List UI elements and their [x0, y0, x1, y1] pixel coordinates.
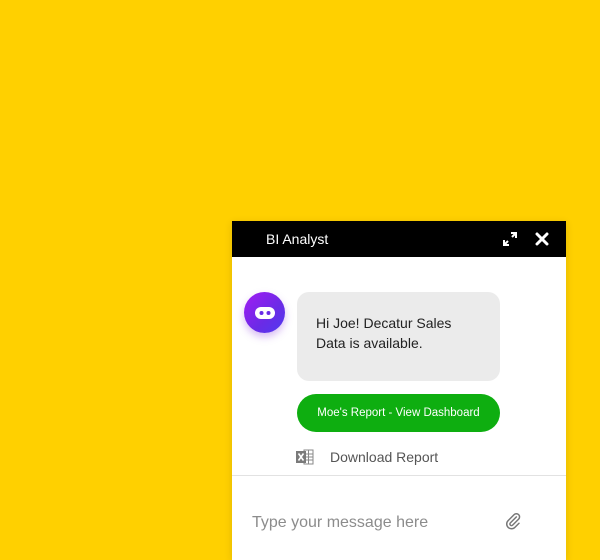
paperclip-icon — [505, 512, 521, 530]
message-composer — [232, 476, 566, 560]
bot-message-bubble: Hi Joe! Decatur Sales Data is available. — [297, 292, 500, 381]
message-list: Hi Joe! Decatur Sales Data is available.… — [232, 257, 566, 475]
bot-face-icon — [254, 306, 275, 319]
close-icon — [535, 232, 549, 246]
message-input[interactable] — [252, 512, 492, 534]
attach-button[interactable] — [504, 512, 522, 535]
close-button[interactable] — [530, 221, 554, 257]
view-dashboard-button[interactable]: Moe's Report - View Dashboard — [297, 394, 500, 432]
chat-title: BI Analyst — [266, 231, 329, 247]
expand-icon — [503, 232, 517, 246]
bot-avatar — [244, 292, 285, 333]
download-report-label: Download Report — [330, 449, 439, 465]
excel-file-icon — [296, 449, 314, 465]
download-report-link[interactable]: Download Report — [296, 449, 438, 465]
expand-button[interactable] — [498, 221, 522, 257]
chat-header: BI Analyst — [232, 221, 566, 257]
chat-widget: BI Analyst Hi Joe! Decatur Sales Data is… — [232, 221, 566, 560]
